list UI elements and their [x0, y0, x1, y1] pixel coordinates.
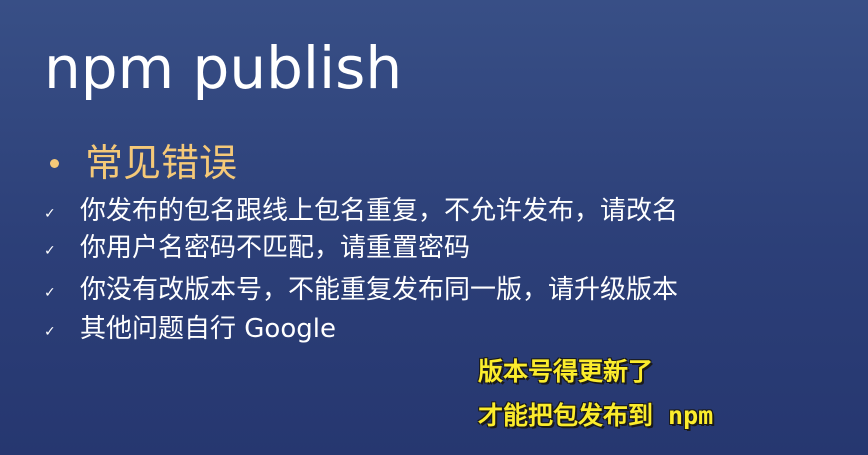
list-item: ✓ 其他问题自行 Google — [44, 311, 336, 347]
list-item-text: 你用户名密码不匹配，请重置密码 — [80, 233, 471, 263]
annotation-line: 版本号得更新了 — [478, 357, 654, 386]
bullet-dot-icon — [50, 158, 59, 168]
section-common-errors: 常见错误 — [50, 138, 237, 188]
section-heading: 常见错误 — [85, 141, 238, 185]
checkmark-icon: ✓ — [44, 243, 56, 259]
slide-title: npm publish — [44, 34, 403, 102]
checkmark-icon: ✓ — [44, 324, 56, 340]
list-item: ✓ 你用户名密码不匹配，请重置密码 — [44, 230, 470, 266]
checkmark-icon: ✓ — [44, 206, 56, 222]
list-item-text: 其他问题自行 Google — [80, 314, 336, 344]
checkmark-icon: ✓ — [44, 285, 56, 301]
list-item: ✓ 你没有改版本号，不能重复发布同一版，请升级版本 — [44, 272, 678, 308]
list-item-text: 你发布的包名跟线上包名重复，不允许发布，请改名 — [80, 196, 679, 226]
list-item-text: 你没有改版本号，不能重复发布同一版，请升级版本 — [80, 275, 679, 305]
annotation-line: 才能把包发布到 npm — [478, 401, 714, 430]
list-item: ✓ 你发布的包名跟线上包名重复，不允许发布，请改名 — [44, 193, 678, 229]
